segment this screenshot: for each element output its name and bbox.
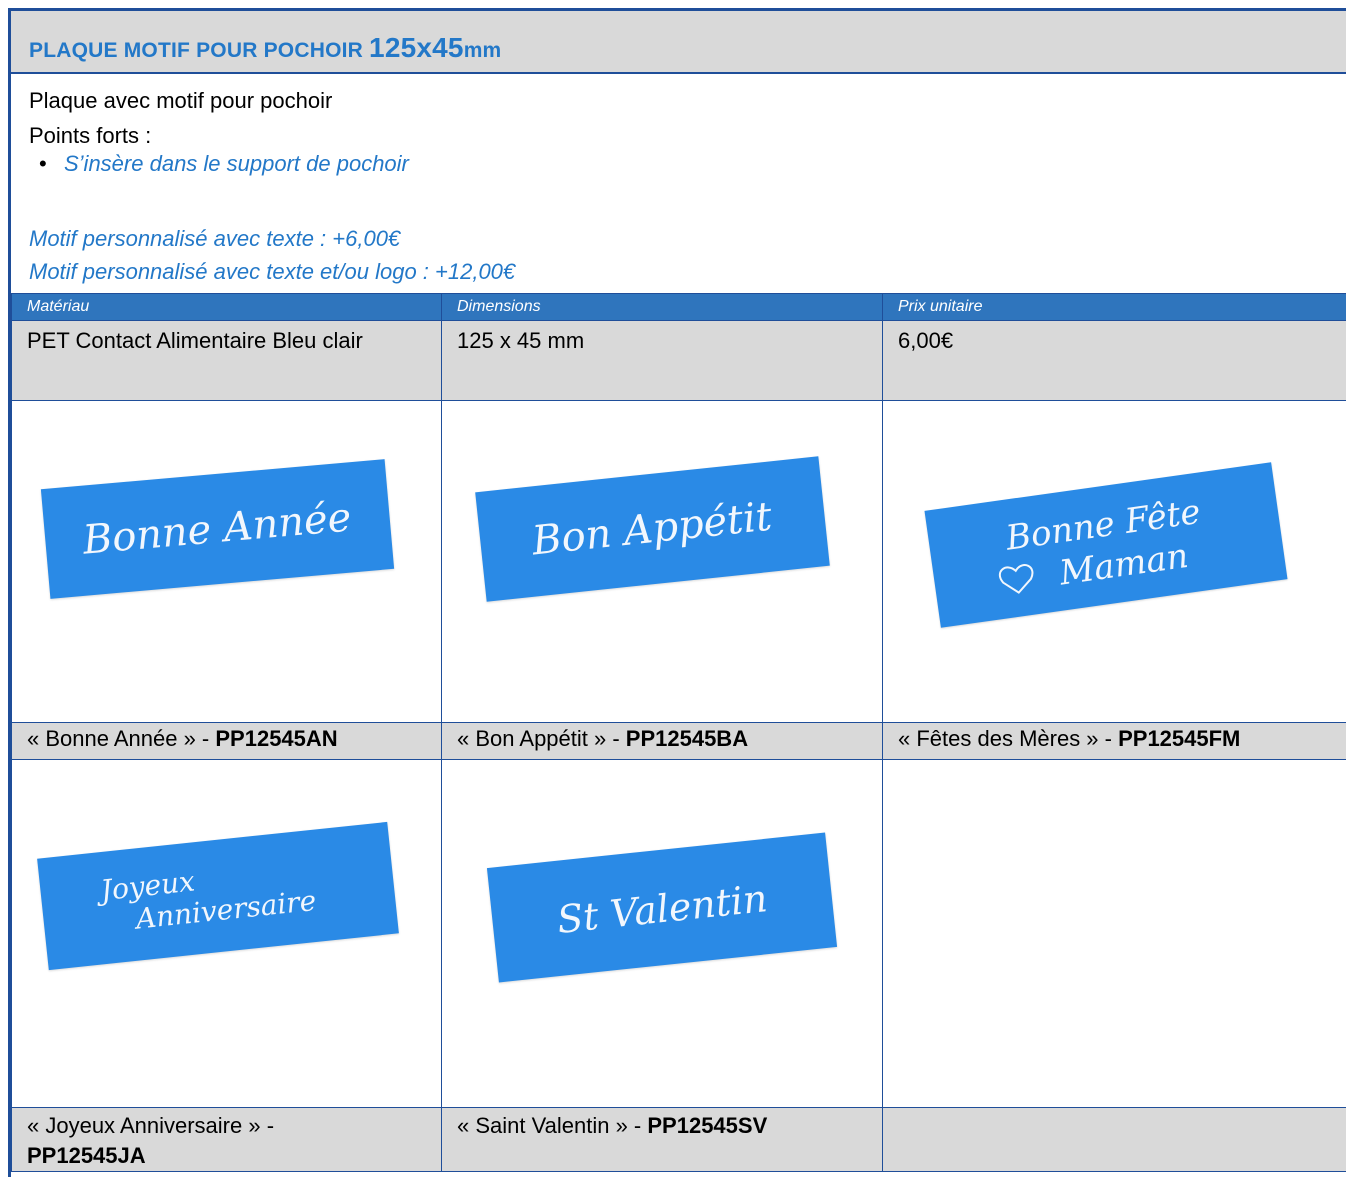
option-text: Motif personnalisé avec texte : +6,00€	[29, 226, 401, 251]
table-cell: PET Contact Alimentaire Bleu clair	[11, 320, 442, 401]
stencil-image: Bonne Année	[40, 459, 395, 599]
svg-text:Bon Appétit: Bon Appétit	[529, 494, 775, 565]
svg-text:St Valentin: St Valentin	[555, 876, 769, 942]
image-cell: St Valentin	[441, 759, 883, 1108]
bullet-icon: •	[39, 151, 47, 176]
header-cell: Matériau	[11, 293, 442, 321]
table-cell: 6,00€	[882, 320, 1346, 401]
image-cell: Joyeux Anniversaire	[11, 759, 442, 1108]
stencil-image: Bon Appétit	[475, 456, 830, 602]
label-row: « Joyeux Anniversaire » - PP12545JA « Sa…	[11, 1107, 1346, 1172]
intro-text: Plaque avec motif pour pochoir Points fo…	[29, 83, 332, 153]
product-label: « Saint Valentin » - PP12545SV	[441, 1107, 883, 1172]
label-row: « Bonne Année » - PP12545AN « Bon Appéti…	[11, 722, 1346, 760]
image-row: Joyeux Anniversaire St Valentin	[11, 759, 1346, 1108]
product-table: Matériau Dimensions Prix unitaire PET Co…	[11, 293, 1346, 1172]
product-sheet: PLAQUE MOTIF POUR POCHOIR 125x45mm Plaqu…	[8, 8, 1346, 1177]
stencil-image: Joyeux Anniversaire	[37, 821, 399, 971]
product-label: « Joyeux Anniversaire » - PP12545JA	[11, 1107, 442, 1172]
svg-text:Bonne Année: Bonne Année	[80, 494, 353, 563]
product-label: « Bonne Année » - PP12545AN	[11, 722, 442, 760]
empty-cell	[882, 759, 1346, 1108]
intro-line: Points forts :	[29, 123, 152, 148]
image-row: Bonne Année Bon Appétit Bonne Fête Maman	[11, 400, 1346, 723]
image-cell: Bonne Fête Maman	[882, 400, 1346, 723]
empty-cell	[882, 1107, 1346, 1172]
option-text: Motif personnalisé avec texte et/ou logo…	[29, 259, 516, 284]
intro-line: Plaque avec motif pour pochoir	[29, 88, 333, 113]
stencil-image: Bonne Fête Maman	[924, 462, 1288, 628]
page-title: PLAQUE MOTIF POUR POCHOIR 125x45mm	[29, 32, 502, 63]
image-cell: Bonne Année	[11, 400, 442, 723]
bullet-item: • S’insère dans le support de pochoir	[39, 151, 409, 176]
header-cell: Dimensions	[441, 293, 883, 321]
product-label: « Fêtes des Mères » - PP12545FM	[882, 722, 1346, 760]
title-bar: PLAQUE MOTIF POUR POCHOIR 125x45mm	[11, 11, 1346, 74]
image-cell: Bon Appétit	[441, 400, 883, 723]
stencil-image: St Valentin	[486, 832, 838, 983]
product-label: « Bon Appétit » - PP12545BA	[441, 722, 883, 760]
table-row: PET Contact Alimentaire Bleu clair 125 x…	[11, 320, 1346, 401]
table-header: Matériau Dimensions Prix unitaire	[11, 293, 1346, 321]
header-cell: Prix unitaire	[882, 293, 1346, 321]
table-cell: 125 x 45 mm	[441, 320, 883, 401]
